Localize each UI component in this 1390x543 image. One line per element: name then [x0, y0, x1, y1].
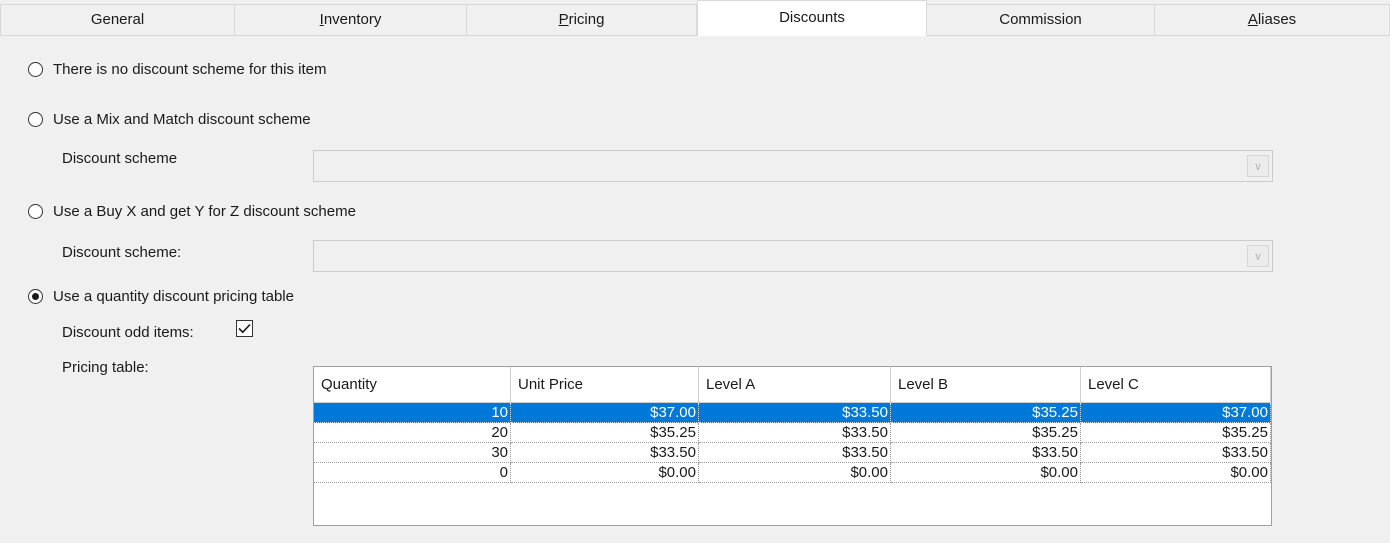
checkmark-icon [238, 323, 251, 334]
column-header-level-c[interactable]: Level C [1081, 367, 1271, 402]
table-cell[interactable]: $0.00 [511, 463, 699, 483]
table-cell[interactable]: $35.25 [891, 423, 1081, 443]
table-cell[interactable]: $37.00 [511, 403, 699, 423]
discount-odd-items-label: Discount odd items: [62, 324, 194, 341]
table-cell[interactable]: 20 [314, 423, 511, 443]
buy-x-get-y-scheme-select[interactable]: ∨ [313, 240, 1273, 272]
table-cell[interactable]: $35.25 [511, 423, 699, 443]
table-row[interactable]: 30 $33.50 $33.50 $33.50 $33.50 [314, 443, 1271, 463]
table-cell[interactable]: $0.00 [891, 463, 1081, 483]
quantity-table-radio[interactable] [28, 289, 43, 304]
quantity-table-label: Use a quantity discount pricing table [53, 288, 294, 305]
table-cell[interactable]: $33.50 [511, 443, 699, 463]
table-cell[interactable]: 10 [314, 403, 511, 423]
tab-strip: General Inventory Pricing Discounts Comm… [0, 0, 1390, 36]
tab-pricing[interactable]: Pricing [467, 4, 697, 35]
tab-aliases[interactable]: Aliases [1155, 4, 1390, 35]
mix-match-option[interactable]: Use a Mix and Match discount scheme [28, 111, 311, 128]
table-cell[interactable]: $0.00 [699, 463, 891, 483]
table-cell[interactable]: 0 [314, 463, 511, 483]
tab-general-label: General [90, 11, 145, 28]
table-row[interactable]: 0 $0.00 $0.00 $0.00 $0.00 [314, 463, 1271, 483]
tab-aliases-label: Aliases [1247, 11, 1297, 28]
table-row[interactable]: 10 $37.00 $33.50 $35.25 $37.00 [314, 403, 1271, 423]
chevron-down-icon[interactable]: ∨ [1247, 155, 1269, 177]
table-cell[interactable]: $33.50 [699, 443, 891, 463]
no-scheme-radio[interactable] [28, 62, 43, 77]
column-header-level-b[interactable]: Level B [891, 367, 1081, 402]
tab-discounts-label: Discounts [779, 9, 845, 26]
tab-pricing-label: Pricing [558, 11, 605, 28]
buy-x-get-y-scheme-label: Discount scheme: [62, 244, 182, 261]
table-cell[interactable]: $33.50 [699, 403, 891, 423]
pricing-table-label: Pricing table: [62, 359, 149, 376]
pricing-table-header: Quantity Unit Price Level A Level B Leve… [314, 367, 1271, 403]
tab-general[interactable]: General [0, 4, 235, 35]
tab-commission[interactable]: Commission [927, 4, 1155, 35]
column-header-unit-price[interactable]: Unit Price [511, 367, 699, 402]
mix-match-radio[interactable] [28, 112, 43, 127]
buy-x-get-y-label: Use a Buy X and get Y for Z discount sch… [53, 203, 356, 220]
chevron-down-icon[interactable]: ∨ [1247, 245, 1269, 267]
mix-match-scheme-label: Discount scheme [62, 150, 178, 167]
table-cell[interactable]: $37.00 [1081, 403, 1271, 423]
buy-x-get-y-option[interactable]: Use a Buy X and get Y for Z discount sch… [28, 203, 356, 220]
table-cell[interactable]: $33.50 [699, 423, 891, 443]
tab-discounts[interactable]: Discounts [697, 0, 927, 36]
mix-match-label: Use a Mix and Match discount scheme [53, 111, 311, 128]
quantity-table-option[interactable]: Use a quantity discount pricing table [28, 288, 294, 305]
table-cell[interactable]: 30 [314, 443, 511, 463]
table-row[interactable]: 20 $35.25 $33.50 $35.25 $35.25 [314, 423, 1271, 443]
discount-odd-items-checkbox[interactable] [236, 320, 253, 337]
table-cell[interactable]: $35.25 [1081, 423, 1271, 443]
table-cell[interactable]: $33.50 [891, 443, 1081, 463]
table-cell[interactable]: $35.25 [891, 403, 1081, 423]
tab-inventory[interactable]: Inventory [235, 4, 467, 35]
table-cell[interactable]: $33.50 [1081, 443, 1271, 463]
no-scheme-option[interactable]: There is no discount scheme for this ite… [28, 61, 326, 78]
mix-match-scheme-select[interactable]: ∨ [313, 150, 1273, 182]
column-header-quantity[interactable]: Quantity [314, 367, 511, 402]
no-scheme-label: There is no discount scheme for this ite… [53, 61, 327, 78]
buy-x-get-y-radio[interactable] [28, 204, 43, 219]
tab-commission-label: Commission [999, 11, 1082, 28]
column-header-level-a[interactable]: Level A [699, 367, 891, 402]
tab-inventory-label: Inventory [319, 11, 382, 28]
table-cell[interactable]: $0.00 [1081, 463, 1271, 483]
pricing-table-grid[interactable]: Quantity Unit Price Level A Level B Leve… [313, 366, 1272, 526]
